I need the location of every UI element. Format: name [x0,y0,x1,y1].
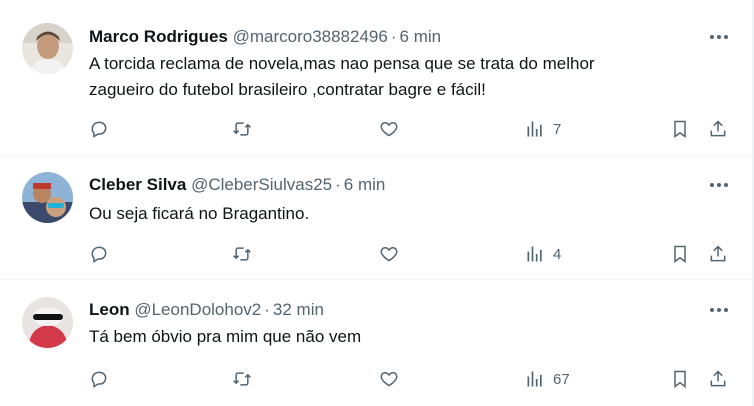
reply-icon[interactable] [89,241,109,267]
retweet-icon[interactable] [232,116,252,142]
tweet-text: Ou seja ficará no Bragantino. [89,201,709,227]
action-bar: 4 [0,241,752,267]
views-button[interactable]: 7 [525,116,561,142]
display-name[interactable]: Leon [89,300,130,319]
views-button[interactable]: 4 [525,241,561,267]
tweet-header: Leon @LeonDolohov2 · 32 min [89,299,324,321]
views-count: 67 [553,370,570,388]
retweet-icon[interactable] [232,241,252,267]
bookmark-icon[interactable] [670,366,690,392]
separator-dot: · [335,175,341,194]
display-name[interactable]: Cleber Silva [89,175,186,194]
tweet-3[interactable]: Leon @LeonDolohov2 · 32 min Tá bem óbvio p… [0,280,752,406]
reply-icon[interactable] [89,366,109,392]
separator-dot: · [390,27,397,46]
reply-icon[interactable] [89,116,109,142]
like-icon[interactable] [379,366,399,392]
tweet-1[interactable]: Marco Rodrigues @marcoro38882496 · 6 min A… [0,0,752,157]
tweet-header: Cleber Silva @CleberSiulvas25 · 6 min [89,174,385,196]
more-icon[interactable] [708,174,730,196]
avatar[interactable] [22,172,73,223]
share-icon[interactable] [708,241,728,267]
handle[interactable]: @CleberSiulvas25 [191,175,332,194]
views-count: 7 [553,120,562,138]
tweet-text-line: Ou seja ficará no Bragantino. [89,204,310,223]
bookmark-icon[interactable] [670,241,690,267]
handle[interactable]: @marcoro38882496 [233,27,388,46]
display-name[interactable]: Marco Rodrigues [89,27,228,46]
avatar[interactable] [22,23,73,74]
action-bar: 7 [0,116,752,142]
timestamp[interactable]: 6 min [400,27,442,46]
views-icon [527,371,542,387]
more-icon[interactable] [708,26,730,48]
tweet-text: A torcida reclama de novela,mas nao pens… [89,51,709,103]
timestamp[interactable]: 6 min [344,175,386,194]
views-icon [527,121,542,137]
separator-dot: · [264,300,270,319]
tweet-text-line: A torcida reclama de novela,mas nao pens… [89,54,595,73]
views-button[interactable]: 67 [525,366,570,392]
tweet-text-line: zagueiro do futebol brasileiro ,contrata… [89,80,486,99]
retweet-icon[interactable] [232,366,252,392]
like-icon[interactable] [379,116,399,142]
like-icon[interactable] [379,241,399,267]
avatar[interactable] [22,297,73,348]
tweet-text: Tá bem óbvio pra mim que não vem [89,324,709,350]
tweet-text-line: Tá bem óbvio pra mim que não vem [89,327,362,346]
share-icon[interactable] [708,116,728,142]
more-icon[interactable] [708,299,730,321]
timestamp[interactable]: 32 min [273,300,324,319]
views-count: 4 [553,245,562,263]
handle[interactable]: @LeonDolohov2 [134,300,261,319]
share-icon[interactable] [708,366,728,392]
bookmark-icon[interactable] [670,116,690,142]
tweet-2[interactable]: Cleber Silva @CleberSiulvas25 · 6 min Ou s… [0,157,752,280]
views-icon [527,246,542,262]
action-bar: 67 [0,366,752,392]
tweet-header: Marco Rodrigues @marcoro38882496 · 6 min [89,26,441,48]
